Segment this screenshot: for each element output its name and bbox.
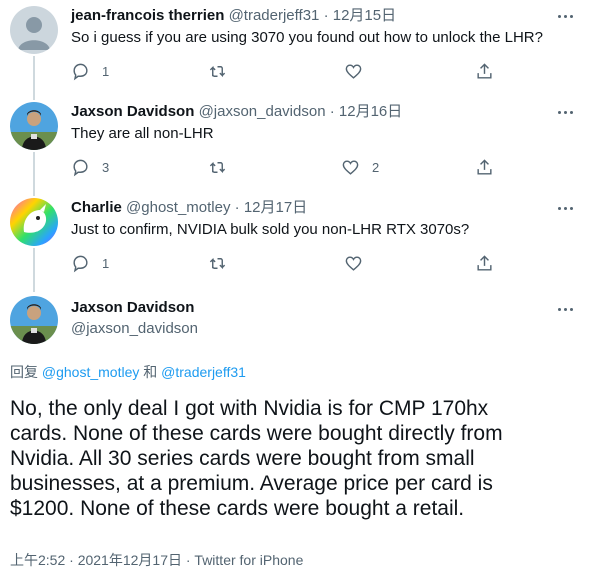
- reply-count: 3: [102, 159, 110, 175]
- reply-button[interactable]: 3: [71, 156, 109, 178]
- reply-user-link[interactable]: @ghost_motley: [42, 364, 139, 380]
- tweet-header: jean-francois therrien @traderjeff31 · 1…: [71, 6, 396, 26]
- share-icon: [477, 62, 492, 79]
- avatar[interactable]: [10, 6, 58, 54]
- reply-button[interactable]: 1: [71, 60, 109, 82]
- tweet-date[interactable]: 12月15日: [333, 7, 396, 24]
- tweet-text-line: cards. None of these cards were bought d…: [10, 422, 503, 445]
- separator-dot: ·: [329, 103, 335, 120]
- user-name[interactable]: Charlie: [71, 199, 122, 216]
- default-avatar-icon: [10, 6, 58, 54]
- user-name[interactable]: Jaxson Davidson: [71, 103, 194, 120]
- separator-dot: ·: [323, 7, 329, 24]
- reply-user-link[interactable]: @traderjeff31: [161, 364, 246, 380]
- tweet-text: No, the only deal I got with Nvidia is f…: [10, 396, 580, 521]
- tweet-actions: 3 2: [71, 156, 501, 178]
- tweet-date[interactable]: 12月17日: [244, 199, 307, 216]
- tweet[interactable]: Charlie @ghost_motley · 12月17日 Just to c…: [0, 198, 590, 282]
- user-handle[interactable]: @jaxson_davidson: [199, 103, 326, 120]
- tweet-text: Just to confirm, NVIDIA bulk sold you no…: [71, 221, 470, 238]
- share-button[interactable]: [475, 60, 494, 82]
- tweet-text-line: businesses, at a premium. Average price …: [10, 472, 493, 495]
- tweet[interactable]: jean-francois therrien @traderjeff31 · 1…: [0, 6, 590, 90]
- user-name[interactable]: jean-francois therrien: [71, 7, 224, 24]
- user-name[interactable]: Jaxson Davidson: [71, 299, 194, 316]
- like-button[interactable]: [344, 60, 375, 82]
- share-button[interactable]: [475, 252, 494, 274]
- avatar[interactable]: [10, 296, 58, 344]
- separator-dot: ·: [234, 199, 240, 216]
- user-photo-avatar: [10, 198, 58, 246]
- retweet-icon: [209, 161, 226, 173]
- like-count: 2: [372, 159, 380, 175]
- tweet-actions: 1: [71, 60, 501, 82]
- tweet-header: Jaxson Davidson @jaxson_davidson · 12月16…: [71, 102, 402, 122]
- share-button[interactable]: [475, 156, 494, 178]
- more-icon[interactable]: [554, 8, 576, 24]
- reply-icon: [73, 159, 88, 176]
- user-handle[interactable]: @jaxson_davidson: [71, 320, 198, 337]
- tweet-text: They are all non-LHR: [71, 125, 214, 142]
- tweet-text-line: Nvidia. All 30 series cards were bought …: [10, 447, 475, 470]
- user-photo-avatar: [10, 102, 58, 150]
- main-tweet: Jaxson Davidson @jaxson_davidson 回复 @gho…: [0, 296, 590, 572]
- user-handle[interactable]: @traderjeff31: [229, 7, 320, 24]
- reply-and: 和: [143, 364, 158, 380]
- share-icon: [477, 158, 492, 175]
- user-handle[interactable]: @ghost_motley: [126, 199, 230, 216]
- retweet-icon: [209, 257, 226, 269]
- tweet-header: Charlie @ghost_motley · 12月17日: [71, 198, 307, 218]
- reply-count: 1: [102, 255, 110, 271]
- tweet-text-line: $1200. None of these cards were bought a…: [10, 497, 465, 520]
- retweet-button[interactable]: [208, 156, 227, 178]
- tweet-text: So i guess if you are using 3070 you fou…: [71, 29, 543, 46]
- more-icon[interactable]: [554, 301, 576, 317]
- avatar[interactable]: [10, 102, 58, 150]
- replying-to: 回复 @ghost_motley 和 @traderjeff31: [10, 362, 246, 382]
- like-button[interactable]: [344, 252, 375, 274]
- tweet[interactable]: Jaxson Davidson @jaxson_davidson · 12月16…: [0, 102, 590, 186]
- share-icon: [477, 254, 492, 271]
- retweet-icon: [209, 65, 226, 77]
- reply-button[interactable]: 1: [71, 252, 109, 274]
- retweet-button[interactable]: [208, 60, 227, 82]
- more-icon[interactable]: [554, 104, 576, 120]
- like-button[interactable]: 2: [341, 156, 379, 178]
- tweet-actions: 1: [71, 252, 501, 274]
- heart-icon: [342, 159, 359, 175]
- reply-prefix: 回复: [10, 364, 38, 380]
- heart-icon: [345, 255, 362, 271]
- retweet-button[interactable]: [208, 252, 227, 274]
- reply-icon: [73, 255, 88, 272]
- tweet-timestamp[interactable]: 上午2:52 · 2021年12月17日 · Twitter for iPhon…: [10, 550, 303, 570]
- reply-icon: [73, 63, 88, 80]
- reply-count: 1: [102, 63, 110, 79]
- user-photo-avatar: [10, 296, 58, 344]
- tweet-date[interactable]: 12月16日: [339, 103, 402, 120]
- more-icon[interactable]: [554, 200, 576, 216]
- heart-icon: [345, 63, 362, 79]
- avatar[interactable]: [10, 198, 58, 246]
- tweet-text-line: No, the only deal I got with Nvidia is f…: [10, 397, 489, 420]
